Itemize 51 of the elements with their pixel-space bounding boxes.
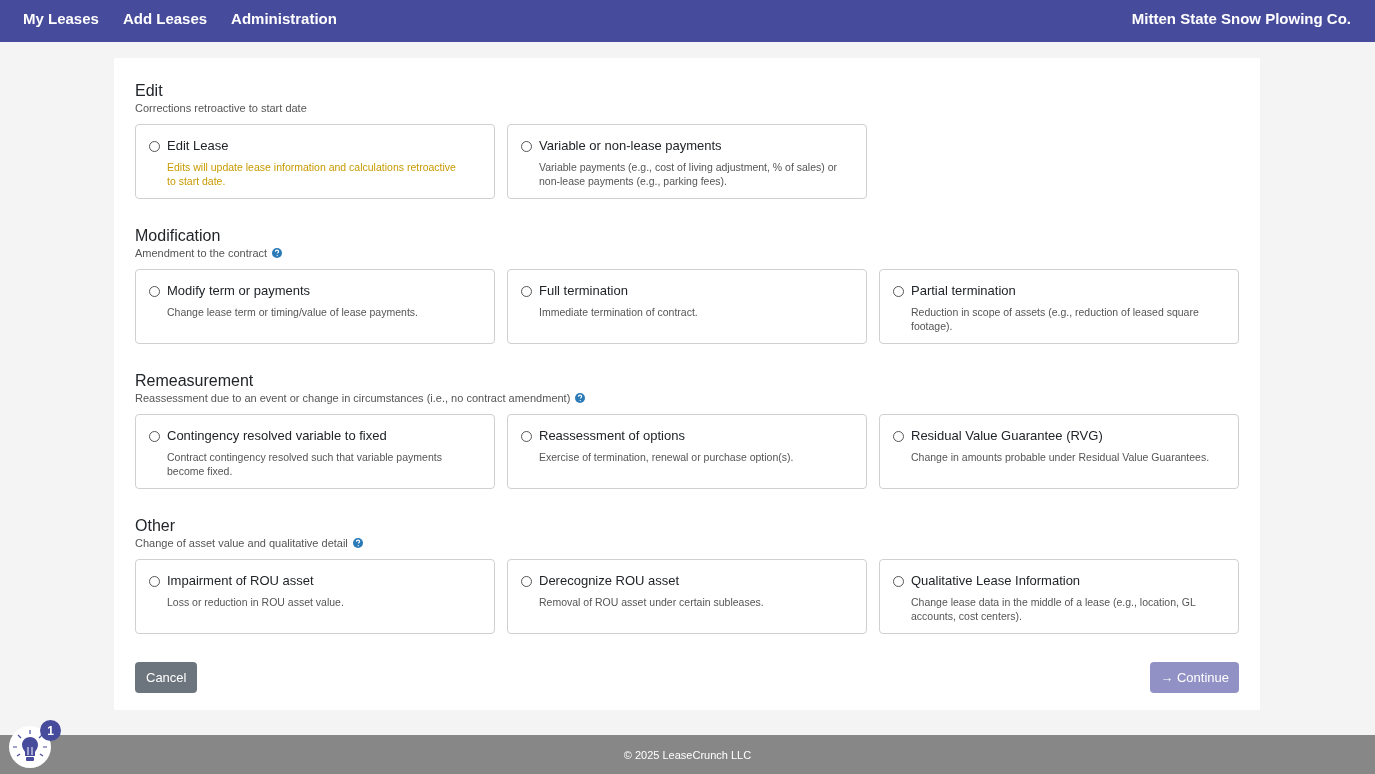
help-icon[interactable] [352, 538, 363, 548]
option-card[interactable]: Edit Lease Edits will update lease information and calculations retroactive to start date. [135, 124, 495, 199]
option-description: Exercise of termination, renewal or purchase option(s). [539, 450, 794, 464]
option-label: Modify term or payments [167, 283, 312, 298]
copyright-text: © 2025 LeaseCrunch LLC [623, 748, 752, 761]
section-title: Edit [135, 82, 164, 100]
option-card[interactable]: Residual Value Guarantee (RVG) Change in amounts probable under Residual Value Guarantees. [879, 414, 1239, 489]
option-card[interactable]: Modify term or payments Change lease term or timing/value of lease payments. [135, 269, 495, 344]
option-description: Reduction in scope of assets (e.g., reduction of leased square footage). [911, 305, 1200, 333]
help-icon[interactable] [272, 248, 283, 258]
option-label: Partial termination [911, 283, 1017, 298]
option-description: Contract contingency resolved such that variable payments become fixed. [167, 450, 443, 478]
section-title: Remeasurement [135, 372, 255, 390]
option-card[interactable]: Partial termination Reduction in scope of assets (e.g., reduction of leased square footage). [879, 269, 1239, 344]
section-subtitle: Amendment to the contract [135, 247, 268, 259]
option-label: Reassessment of options [539, 428, 686, 443]
lightbulb-icon[interactable] [8, 725, 52, 769]
option-description: Change in amounts probable under Residual Value Guarantees. [911, 450, 1210, 464]
section-subtitle: Reassessment due to an event or change in circumstances (i.e., no contract amendment) [135, 392, 571, 404]
option-label: Edit Lease [167, 138, 230, 153]
option-description: Removal of ROU asset under certain subleases. [539, 595, 764, 609]
help-icon[interactable] [575, 393, 586, 403]
option-card[interactable]: Impairment of ROU asset Loss or reduction in ROU asset value. [135, 559, 495, 634]
nav-link[interactable]: My Leases [23, 9, 99, 27]
option-card[interactable]: Variable or non-lease payments Variable payments (e.g., cost of living adjustment, % of sales) or non-lease payments (e.g., parking fees). [507, 124, 867, 199]
option-card[interactable]: Derecognize ROU asset Removal of ROU asset under certain subleases. [507, 559, 867, 634]
section-subtitle: Corrections retroactive to start date [135, 102, 307, 114]
option-label: Qualitative Lease Information [911, 573, 1082, 588]
option-description: Immediate termination of contract. [539, 305, 698, 319]
company-name: Mitten State Snow Plowing Co. [1131, 9, 1351, 27]
section-subtitle: Change of asset value and qualitative detail [135, 537, 348, 549]
option-description: Edits will update lease information and calculations retroactive to start date. [167, 160, 457, 188]
option-label: Contingency resolved variable to fixed [167, 428, 388, 443]
option-label: Full termination [539, 283, 629, 298]
option-card[interactable]: Reassessment of options Exercise of termination, renewal or purchase option(s). [507, 414, 867, 489]
nav-link[interactable]: Add Leases [122, 9, 208, 27]
option-description: Loss or reduction in ROU asset value. [167, 595, 344, 609]
nav-link[interactable]: Administration [231, 9, 337, 27]
option-description: Variable payments (e.g., cost of living adjustment, % of sales) or non-lease payments (e.g., parking fees). [539, 160, 839, 188]
option-label: Impairment of ROU asset [167, 573, 315, 588]
section-title: Other [135, 517, 176, 535]
option-description: Change lease term or timing/value of lease payments. [167, 305, 418, 319]
option-description: Change lease data in the middle of a lease (e.g., location, GL accounts, cost centers). [911, 595, 1197, 623]
option-label: Residual Value Guarantee (RVG) [911, 428, 1104, 443]
option-label: Variable or non-lease payments [539, 138, 723, 153]
cancel-button[interactable]: Cancel [135, 662, 198, 693]
section-title: Modification [135, 227, 222, 245]
option-card[interactable]: Qualitative Lease Information Change lease data in the middle of a lease (e.g., location, GL accounts, cost centers). [879, 559, 1239, 634]
option-card[interactable]: Contingency resolved variable to fixed Contract contingency resolved such that variable payments become fixed. [135, 414, 495, 489]
option-card[interactable]: Full termination Immediate termination of contract. [507, 269, 867, 344]
option-label: Derecognize ROU asset [539, 573, 681, 588]
